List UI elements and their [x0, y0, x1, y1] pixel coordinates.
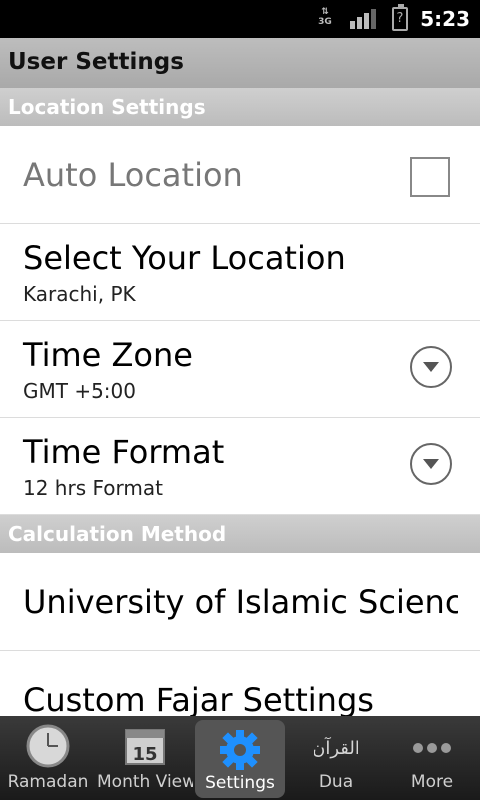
- tab-ramadan-label: Ramadan: [7, 772, 89, 792]
- section-header-location: Location Settings: [0, 88, 480, 126]
- quran-icon: القرآن: [314, 736, 358, 759]
- tab-settings-label: Settings: [205, 773, 275, 793]
- setting-calculation-method[interactable]: University of Islamic Sciences: [0, 553, 480, 651]
- select-location-value: Karachi, PK: [23, 282, 136, 306]
- tab-more[interactable]: More: [384, 716, 480, 800]
- gear-icon: [220, 730, 260, 770]
- signal-strength-icon: [350, 9, 376, 29]
- auto-location-checkbox[interactable]: [410, 157, 450, 197]
- more-dots-icon: [413, 743, 451, 753]
- clock-icon: [26, 724, 70, 768]
- time-format-label: Time Format: [23, 433, 225, 471]
- calendar-icon: 15: [125, 729, 165, 765]
- battery-icon: ?: [392, 4, 408, 31]
- tab-dua[interactable]: القرآن Dua: [288, 716, 384, 800]
- tab-month-view-label: Month View: [97, 772, 193, 792]
- section-header-calculation: Calculation Method: [0, 515, 480, 553]
- select-location-label: Select Your Location: [23, 239, 346, 277]
- section-location-label: Location Settings: [8, 95, 206, 119]
- auto-location-label: Auto Location: [23, 156, 243, 194]
- time-format-dropdown-icon[interactable]: [410, 443, 452, 485]
- tab-more-label: More: [410, 772, 454, 792]
- svg-text:القرآن: القرآن: [314, 736, 358, 759]
- status-bar: ⇅ 3G ? 5:23: [0, 0, 480, 38]
- svg-text:15: 15: [132, 744, 157, 765]
- tab-settings[interactable]: Settings: [195, 720, 285, 798]
- tab-ramadan[interactable]: Ramadan: [0, 716, 96, 800]
- time-zone-value: GMT +5:00: [23, 379, 136, 403]
- title-bar: User Settings: [0, 38, 480, 88]
- setting-time-zone[interactable]: Time Zone GMT +5:00: [0, 321, 480, 418]
- time-format-value: 12 hrs Format: [23, 476, 163, 500]
- setting-auto-location[interactable]: Auto Location: [0, 126, 480, 224]
- time-zone-dropdown-icon[interactable]: [410, 346, 452, 388]
- calculation-method-label: University of Islamic Sciences: [23, 583, 458, 621]
- time-zone-label: Time Zone: [23, 336, 193, 374]
- setting-select-location[interactable]: Select Your Location Karachi, PK: [0, 224, 480, 321]
- setting-time-format[interactable]: Time Format 12 hrs Format: [0, 418, 480, 515]
- section-calculation-label: Calculation Method: [8, 522, 227, 546]
- tab-month-view[interactable]: 15 Month View: [97, 716, 193, 800]
- network-3g-icon: ⇅ 3G: [318, 7, 332, 27]
- tab-dua-label: Dua: [318, 772, 354, 792]
- page-title: User Settings: [8, 49, 184, 75]
- bottom-tab-bar: Ramadan 15 Month View Settings القرآن Du…: [0, 716, 480, 800]
- custom-fajar-label: Custom Fajar Settings: [23, 681, 374, 716]
- setting-custom-fajar[interactable]: Custom Fajar Settings: [0, 651, 480, 716]
- status-time: 5:23: [420, 7, 470, 31]
